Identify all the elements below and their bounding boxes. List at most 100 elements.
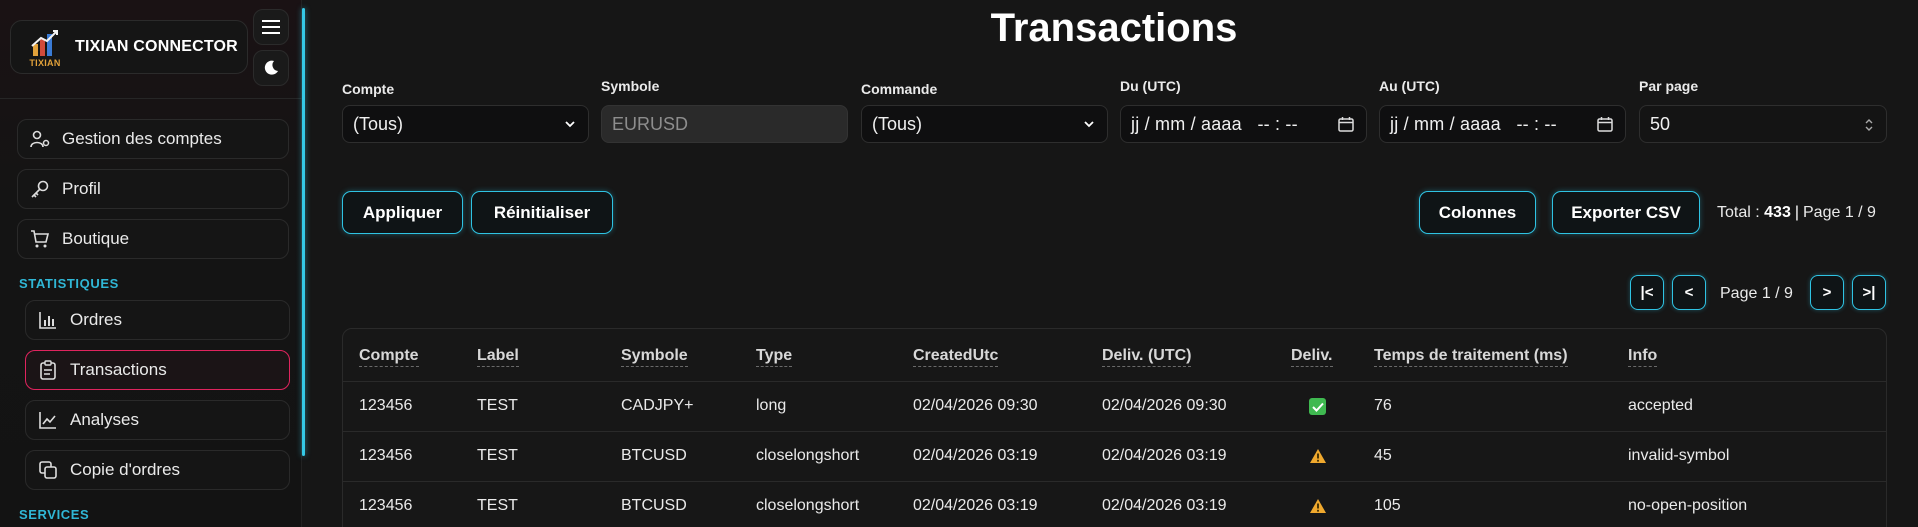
column-header-label[interactable]: Label xyxy=(477,347,519,367)
first-page-button[interactable]: |< xyxy=(1630,275,1664,310)
columns-button[interactable]: Colonnes xyxy=(1419,191,1536,234)
moon-icon xyxy=(264,60,278,75)
par-page-number-input[interactable]: 50 xyxy=(1639,105,1887,143)
column-header-compte[interactable]: Compte xyxy=(359,347,419,367)
cell-label: TEST xyxy=(477,497,518,514)
cell-symbole: CADJPY+ xyxy=(621,397,694,414)
sidebar-item-analyses[interactable]: Analyses xyxy=(25,400,290,440)
copy-icon xyxy=(38,460,58,480)
brand-logo: TIXIAN xyxy=(25,26,65,68)
sidebar-item-transactions[interactable]: Transactions xyxy=(25,350,290,390)
column-header-symbole[interactable]: Symbole xyxy=(621,347,688,367)
pagination-label: Page 1 / 9 xyxy=(1720,285,1793,302)
sidebar-scroll-indicator[interactable] xyxy=(302,8,305,456)
summary-page-text: Page 1 / 9 xyxy=(1803,204,1876,221)
prev-page-button[interactable]: < xyxy=(1672,275,1706,310)
au-datetime-input[interactable]: jj / mm / aaaa -- : -- xyxy=(1379,105,1626,143)
calendar-icon[interactable] xyxy=(1597,116,1613,132)
filter-label-par-page: Par page xyxy=(1639,78,1699,94)
filter-label-compte: Compte xyxy=(342,81,395,97)
cell-symbole: BTCUSD xyxy=(621,447,687,464)
table-row[interactable]: 123456 TEST BTCUSD closelongshort 02/04/… xyxy=(343,431,1886,481)
sidebar-item-label: Boutique xyxy=(62,229,130,248)
column-header-info[interactable]: Info xyxy=(1628,347,1658,367)
symbole-input[interactable]: EURUSD xyxy=(601,105,848,143)
apply-button[interactable]: Appliquer xyxy=(342,191,463,234)
users-gear-icon xyxy=(30,129,50,149)
column-header-deliv-utc[interactable]: Deliv. (UTC) xyxy=(1102,347,1192,367)
logo-text: TIXIAN xyxy=(29,58,61,68)
par-page-value: 50 xyxy=(1650,113,1671,134)
sidebar-item-label: Copie d'ordres xyxy=(70,460,181,479)
brand[interactable]: TIXIAN TIXIAN CONNECTOR xyxy=(10,20,248,74)
sidebar-item-ordres[interactable]: Ordres xyxy=(25,300,290,340)
cell-compte: 123456 xyxy=(359,497,413,514)
cell-type: closelongshort xyxy=(756,447,860,464)
column-header-deliv[interactable]: Deliv. xyxy=(1291,347,1333,367)
check-icon xyxy=(1309,398,1326,415)
section-title-statistiques: STATISTIQUES xyxy=(19,276,119,291)
sidebar-item-label: Gestion des comptes xyxy=(62,129,222,148)
cell-created: 02/04/2026 03:19 xyxy=(913,497,1038,514)
sidebar-item-copie-ordres[interactable]: Copie d'ordres xyxy=(25,450,290,490)
chevron-down-icon xyxy=(1084,121,1094,128)
filter-label-symbole: Symbole xyxy=(601,78,660,94)
sidebar-divider xyxy=(0,98,302,99)
last-page-button[interactable]: >| xyxy=(1852,275,1886,310)
sidebar-item-gestion-comptes[interactable]: Gestion des comptes xyxy=(17,119,289,159)
column-header-createdutc[interactable]: CreatedUtc xyxy=(913,347,999,367)
column-header-temps[interactable]: Temps de traitement (ms) xyxy=(1374,347,1568,367)
theme-toggle-button[interactable] xyxy=(253,50,289,86)
table-row[interactable]: 123456 TEST BTCUSD closelongshort 02/04/… xyxy=(343,481,1886,527)
du-datetime-input[interactable]: jj / mm / aaaa -- : -- xyxy=(1120,105,1367,143)
sidebar-item-boutique[interactable]: Boutique xyxy=(17,219,289,259)
total-label: Total : xyxy=(1717,204,1760,221)
cell-temps: 105 xyxy=(1374,497,1401,514)
sidebar: TIXIAN TIXIAN CONNECTOR Gestion des comp… xyxy=(0,0,302,527)
cell-compte: 123456 xyxy=(359,447,413,464)
stepper-icon[interactable] xyxy=(1864,117,1874,133)
logo-chart-icon xyxy=(31,30,58,56)
cell-type: closelongshort xyxy=(756,497,860,514)
au-datetime-value: jj / mm / aaaa -- : -- xyxy=(1390,113,1557,134)
chevron-down-icon xyxy=(565,121,575,128)
reset-button[interactable]: Réinitialiser xyxy=(471,191,613,234)
symbole-input-placeholder: EURUSD xyxy=(612,113,689,134)
cell-created: 02/04/2026 09:30 xyxy=(913,397,1038,414)
cell-compte: 123456 xyxy=(359,397,413,414)
cart-icon xyxy=(30,229,50,249)
hamburger-icon xyxy=(262,20,280,34)
main-content: Transactions Compte (Tous) Symbole EURUS… xyxy=(326,0,1918,527)
warning-icon xyxy=(1310,449,1326,463)
next-page-button[interactable]: > xyxy=(1810,275,1844,310)
filter-label-du: Du (UTC) xyxy=(1120,78,1181,94)
table-row[interactable]: 123456 TEST CADJPY+ long 02/04/2026 09:3… xyxy=(343,381,1886,431)
sidebar-item-label: Profil xyxy=(62,179,101,198)
total-summary: Total : 433 | Page 1 / 9 xyxy=(1717,204,1876,221)
cell-created: 02/04/2026 03:19 xyxy=(913,447,1038,464)
brand-name: TIXIAN CONNECTOR xyxy=(75,38,238,55)
column-header-type[interactable]: Type xyxy=(756,347,793,367)
compte-select[interactable]: (Tous) xyxy=(342,105,589,143)
total-value: 433 xyxy=(1764,204,1791,221)
compte-select-value: (Tous) xyxy=(353,113,404,134)
sidebar-item-label: Analyses xyxy=(70,410,139,429)
line-chart-icon xyxy=(38,410,58,430)
cell-deliv-utc: 02/04/2026 03:19 xyxy=(1102,447,1227,464)
calendar-icon[interactable] xyxy=(1338,116,1354,132)
sidebar-item-label: Transactions xyxy=(70,360,167,379)
cell-type: long xyxy=(756,397,787,414)
sidebar-item-label: Ordres xyxy=(70,310,122,329)
cell-deliv-utc: 02/04/2026 09:30 xyxy=(1102,397,1227,414)
section-title-services: SERVICES xyxy=(19,507,90,522)
sidebar-item-profil[interactable]: Profil xyxy=(17,169,289,209)
filter-label-au: Au (UTC) xyxy=(1379,78,1440,94)
cell-temps: 76 xyxy=(1374,397,1392,414)
export-csv-button[interactable]: Exporter CSV xyxy=(1552,191,1700,234)
key-icon xyxy=(30,179,50,199)
filter-label-commande: Commande xyxy=(861,81,938,97)
clipboard-icon xyxy=(38,360,58,380)
menu-button[interactable] xyxy=(253,9,289,45)
cell-symbole: BTCUSD xyxy=(621,497,687,514)
commande-select[interactable]: (Tous) xyxy=(861,105,1108,143)
